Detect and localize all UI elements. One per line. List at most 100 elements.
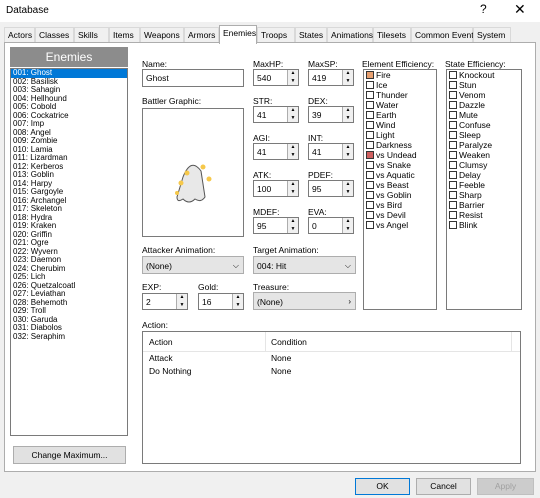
tab-system[interactable]: System <box>473 27 511 43</box>
tab-classes[interactable]: Classes <box>35 27 74 43</box>
close-icon[interactable]: ✕ <box>514 1 526 18</box>
checkbox-icon[interactable] <box>366 141 374 149</box>
tab-tilesets[interactable]: Tilesets <box>373 27 411 43</box>
efficiency-item[interactable]: vs Snake <box>364 160 436 170</box>
checkbox-icon[interactable] <box>449 141 457 149</box>
exp-input[interactable]: 2 ▲ ▼ <box>142 293 188 310</box>
checkbox-icon[interactable] <box>449 201 457 209</box>
checkbox-icon[interactable] <box>449 211 457 219</box>
element-efficiency-list[interactable]: Fire Ice Thunder Water Earth Wind Light Darknes… <box>363 69 437 310</box>
eva-input[interactable]: 0 ▲ ▼ <box>308 217 354 234</box>
checkbox-icon[interactable] <box>449 121 457 129</box>
help-icon[interactable]: ? <box>480 2 487 16</box>
efficiency-item[interactable]: vs Undead <box>364 150 436 160</box>
efficiency-item[interactable]: Light <box>364 130 436 140</box>
checkbox-icon[interactable] <box>366 201 374 209</box>
pdef-stepper[interactable]: ▲ ▼ <box>342 181 353 196</box>
efficiency-item[interactable]: vs Bird <box>364 200 436 210</box>
maxsp-stepper[interactable]: ▲ ▼ <box>342 70 353 85</box>
list-item[interactable]: 032: Seraphim <box>11 332 127 342</box>
gold-stepper[interactable]: ▲ ▼ <box>232 294 243 309</box>
efficiency-item[interactable]: Delay <box>447 170 521 180</box>
state-efficiency-list[interactable]: Knockout Stun Venom Dazzle Mute Confuse Sleep P… <box>446 69 522 310</box>
atk-stepper[interactable]: ▲ ▼ <box>287 181 298 196</box>
str-stepper[interactable]: ▲ ▼ <box>287 107 298 122</box>
mdef-stepper[interactable]: ▲ ▼ <box>287 218 298 233</box>
tab-items[interactable]: Items <box>109 27 140 43</box>
tab-animations[interactable]: Animations <box>327 27 373 43</box>
checkbox-icon[interactable] <box>449 111 457 119</box>
efficiency-item[interactable]: vs Aquatic <box>364 170 436 180</box>
mdef-input[interactable]: 95 ▲ ▼ <box>253 217 299 234</box>
tab-states[interactable]: States <box>295 27 327 43</box>
efficiency-item[interactable]: Darkness <box>364 140 436 150</box>
str-input[interactable]: 41 ▲ ▼ <box>253 106 299 123</box>
tab-common-events[interactable]: Common Events <box>411 27 478 43</box>
checkbox-icon[interactable] <box>449 181 457 189</box>
gold-input[interactable]: 16 ▲ ▼ <box>198 293 244 310</box>
cancel-button[interactable]: Cancel <box>416 478 471 495</box>
efficiency-item[interactable]: Weaken <box>447 150 521 160</box>
checkbox-icon[interactable] <box>449 101 457 109</box>
efficiency-item[interactable]: Resist <box>447 210 521 220</box>
efficiency-item[interactable]: vs Beast <box>364 180 436 190</box>
change-maximum-button[interactable]: Change Maximum... <box>13 446 126 464</box>
name-input[interactable]: Ghost <box>142 69 244 87</box>
tab-skills[interactable]: Skills <box>74 27 109 43</box>
efficiency-item[interactable]: Sharp <box>447 190 521 200</box>
attacker-animation-select[interactable]: (None) ⌵ <box>142 256 244 274</box>
efficiency-item[interactable]: Earth <box>364 110 436 120</box>
efficiency-item[interactable]: vs Goblin <box>364 190 436 200</box>
efficiency-item[interactable]: vs Devil <box>364 210 436 220</box>
table-row[interactable]: Do Nothing None <box>143 365 520 377</box>
checkbox-icon[interactable] <box>449 91 457 99</box>
checkbox-icon[interactable] <box>366 71 374 79</box>
maxhp-stepper[interactable]: ▲ ▼ <box>287 70 298 85</box>
checkbox-icon[interactable] <box>366 151 374 159</box>
efficiency-item[interactable]: Sleep <box>447 130 521 140</box>
table-row[interactable]: Attack None <box>143 352 520 364</box>
tab-troops[interactable]: Troops <box>257 27 295 43</box>
efficiency-item[interactable]: Dazzle <box>447 100 521 110</box>
checkbox-icon[interactable] <box>449 151 457 159</box>
dex-input[interactable]: 39 ▲ ▼ <box>308 106 354 123</box>
exp-stepper[interactable]: ▲ ▼ <box>176 294 187 309</box>
action-table[interactable]: Action Condition Attack None Do Nothing … <box>142 331 521 464</box>
checkbox-icon[interactable] <box>366 211 374 219</box>
checkbox-icon[interactable] <box>366 171 374 179</box>
agi-stepper[interactable]: ▲ ▼ <box>287 144 298 159</box>
efficiency-item[interactable]: vs Angel <box>364 220 436 230</box>
treasure-select[interactable]: (None) › <box>253 292 356 310</box>
checkbox-icon[interactable] <box>366 81 374 89</box>
checkbox-icon[interactable] <box>366 91 374 99</box>
maxsp-input[interactable]: 419 ▲ ▼ <box>308 69 354 86</box>
efficiency-item[interactable]: Mute <box>447 110 521 120</box>
tab-armors[interactable]: Armors <box>184 27 219 43</box>
int-stepper[interactable]: ▲ ▼ <box>342 144 353 159</box>
efficiency-item[interactable]: Paralyze <box>447 140 521 150</box>
tab-weapons[interactable]: Weapons <box>140 27 184 43</box>
tab-enemies[interactable]: Enemies <box>219 25 257 44</box>
efficiency-item[interactable]: Blink <box>447 220 521 230</box>
eva-stepper[interactable]: ▲ ▼ <box>342 218 353 233</box>
int-input[interactable]: 41 ▲ ▼ <box>308 143 354 160</box>
atk-input[interactable]: 100 ▲ ▼ <box>253 180 299 197</box>
checkbox-icon[interactable] <box>449 131 457 139</box>
efficiency-item[interactable]: Ice <box>364 80 436 90</box>
efficiency-item[interactable]: Stun <box>447 80 521 90</box>
checkbox-icon[interactable] <box>449 221 457 229</box>
checkbox-icon[interactable] <box>366 131 374 139</box>
checkbox-icon[interactable] <box>366 111 374 119</box>
efficiency-item[interactable]: Knockout <box>447 70 521 80</box>
efficiency-item[interactable]: Wind <box>364 120 436 130</box>
checkbox-icon[interactable] <box>449 191 457 199</box>
checkbox-icon[interactable] <box>366 101 374 109</box>
efficiency-item[interactable]: Thunder <box>364 90 436 100</box>
checkbox-icon[interactable] <box>449 81 457 89</box>
efficiency-item[interactable]: Confuse <box>447 120 521 130</box>
tab-actors[interactable]: Actors <box>4 27 35 43</box>
checkbox-icon[interactable] <box>449 171 457 179</box>
checkbox-icon[interactable] <box>449 71 457 79</box>
maxhp-input[interactable]: 540 ▲ ▼ <box>253 69 299 86</box>
efficiency-item[interactable]: Feeble <box>447 180 521 190</box>
